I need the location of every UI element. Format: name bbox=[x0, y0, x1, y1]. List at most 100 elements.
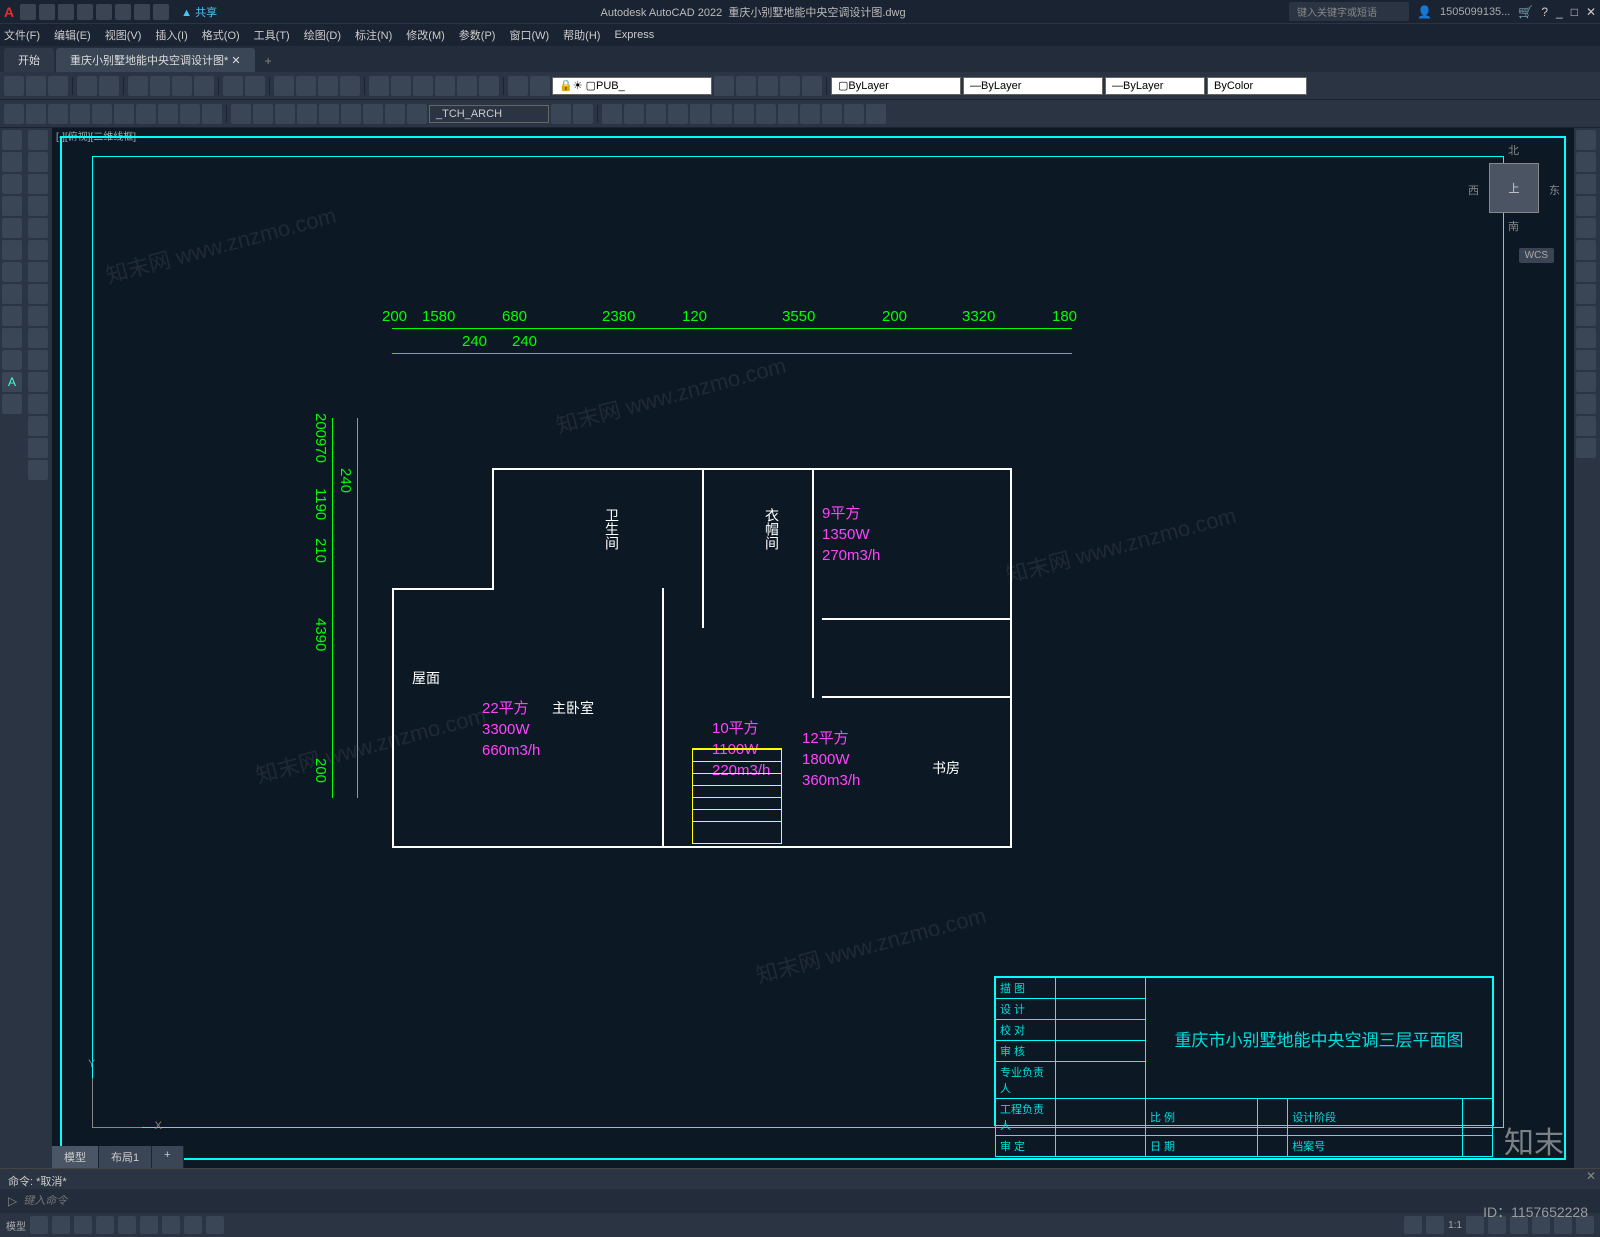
tab-model[interactable]: 模型 bbox=[52, 1146, 99, 1168]
nav-showmotion-icon[interactable] bbox=[1576, 218, 1596, 238]
layer-off-icon[interactable] bbox=[758, 76, 778, 96]
tch-7-icon[interactable] bbox=[690, 104, 710, 124]
undo2-icon[interactable] bbox=[223, 76, 243, 96]
dsm-icon[interactable] bbox=[391, 76, 411, 96]
nav-wheel-icon[interactable] bbox=[1576, 130, 1596, 150]
props-icon[interactable] bbox=[369, 76, 389, 96]
explode-icon[interactable] bbox=[28, 460, 48, 480]
dim-diameter-icon[interactable] bbox=[114, 104, 134, 124]
open-icon[interactable] bbox=[26, 76, 46, 96]
qat-saveas-icon[interactable] bbox=[77, 4, 93, 20]
dim-edit-icon[interactable] bbox=[363, 104, 383, 124]
hatch-icon[interactable] bbox=[2, 262, 22, 282]
sheet-icon[interactable] bbox=[435, 76, 455, 96]
dim-aligned-icon[interactable] bbox=[26, 104, 46, 124]
scale-label[interactable]: 1:1 bbox=[1448, 1220, 1462, 1231]
tch-10-icon[interactable] bbox=[756, 104, 776, 124]
tch-4-icon[interactable] bbox=[624, 104, 644, 124]
menu-help[interactable]: 帮助(H) bbox=[563, 27, 600, 43]
menu-insert[interactable]: 插入(I) bbox=[155, 27, 187, 43]
nav-zoom-icon[interactable] bbox=[1576, 174, 1596, 194]
copy-icon[interactable] bbox=[150, 76, 170, 96]
line-icon[interactable] bbox=[2, 130, 22, 150]
fillet-icon[interactable] bbox=[28, 438, 48, 458]
color-combo[interactable]: ▢ ByLayer bbox=[831, 77, 961, 95]
share-button[interactable]: ▲ 共享 bbox=[181, 4, 217, 20]
tch-15-icon[interactable] bbox=[866, 104, 886, 124]
minimize-button[interactable]: _ bbox=[1556, 5, 1563, 19]
lineweight-combo[interactable]: — ByLayer bbox=[1105, 77, 1205, 95]
nav-orbit-icon[interactable] bbox=[1576, 196, 1596, 216]
layer-mgr-icon[interactable] bbox=[530, 76, 550, 96]
tch-8-icon[interactable] bbox=[712, 104, 732, 124]
drawing-canvas[interactable]: [-][俯视][二维线框] 知末网 www.znzmo.com 知末网 www.… bbox=[52, 128, 1574, 1168]
trim-icon[interactable] bbox=[28, 328, 48, 348]
osnap-icon[interactable] bbox=[118, 1216, 136, 1234]
chamfer-icon[interactable] bbox=[28, 416, 48, 436]
plot-icon[interactable] bbox=[77, 76, 97, 96]
cmd-close-icon[interactable]: ✕ bbox=[1586, 1169, 1596, 1183]
help-icon[interactable]: ? bbox=[1541, 5, 1548, 19]
r-11-icon[interactable] bbox=[1576, 350, 1596, 370]
rotate-icon[interactable] bbox=[28, 262, 48, 282]
tch-12-icon[interactable] bbox=[800, 104, 820, 124]
cart-icon[interactable]: 🛒 bbox=[1518, 5, 1533, 19]
layer-prev-icon[interactable] bbox=[508, 76, 528, 96]
viewcube-south[interactable]: 南 bbox=[1508, 218, 1519, 234]
dim-baseline-icon[interactable] bbox=[180, 104, 200, 124]
scale-icon[interactable] bbox=[28, 284, 48, 304]
user-label[interactable]: 1505099135... bbox=[1440, 6, 1510, 18]
linetype-combo[interactable]: — ByLayer bbox=[963, 77, 1103, 95]
transparency-icon[interactable] bbox=[206, 1216, 224, 1234]
dim-radius-icon[interactable] bbox=[92, 104, 112, 124]
r-7-icon[interactable] bbox=[1576, 262, 1596, 282]
array-icon[interactable] bbox=[28, 218, 48, 238]
zoom-window-icon[interactable] bbox=[318, 76, 338, 96]
tch-6-icon[interactable] bbox=[668, 104, 688, 124]
r-8-icon[interactable] bbox=[1576, 284, 1596, 304]
save-icon[interactable] bbox=[48, 76, 68, 96]
tch-1-icon[interactable] bbox=[551, 104, 571, 124]
qat-redo-icon[interactable] bbox=[134, 4, 150, 20]
qat-open-icon[interactable] bbox=[39, 4, 55, 20]
dim-continue-icon[interactable] bbox=[202, 104, 222, 124]
dim-arc-icon[interactable] bbox=[48, 104, 68, 124]
point-icon[interactable] bbox=[2, 306, 22, 326]
viewcube-east[interactable]: 东 bbox=[1549, 182, 1560, 198]
zoom-icon[interactable] bbox=[296, 76, 316, 96]
pan-icon[interactable] bbox=[274, 76, 294, 96]
dyn-icon[interactable] bbox=[162, 1216, 180, 1234]
dim-space-icon[interactable] bbox=[231, 104, 251, 124]
menu-modify[interactable]: 修改(M) bbox=[406, 27, 445, 43]
dim-ordinate-icon[interactable] bbox=[70, 104, 90, 124]
rect-icon[interactable] bbox=[2, 218, 22, 238]
viewcube[interactable]: 上 北 南 东 西 bbox=[1464, 138, 1564, 238]
pline-icon[interactable] bbox=[2, 152, 22, 172]
erase-icon[interactable] bbox=[28, 130, 48, 150]
tch-3-icon[interactable] bbox=[602, 104, 622, 124]
ucs-icon[interactable]: X Y bbox=[92, 1068, 152, 1128]
layer-lock-icon[interactable] bbox=[802, 76, 822, 96]
qat-save-icon[interactable] bbox=[58, 4, 74, 20]
offset-icon[interactable] bbox=[28, 196, 48, 216]
block-icon[interactable] bbox=[2, 328, 22, 348]
dim-jogged-icon[interactable] bbox=[341, 104, 361, 124]
wcs-label[interactable]: WCS bbox=[1519, 248, 1554, 263]
mtext-icon[interactable]: A bbox=[2, 372, 22, 392]
status-model[interactable]: 模型 bbox=[6, 1218, 26, 1233]
move-icon[interactable] bbox=[28, 240, 48, 260]
tch-13-icon[interactable] bbox=[822, 104, 842, 124]
maximize-button[interactable]: □ bbox=[1571, 5, 1578, 19]
menu-format[interactable]: 格式(O) bbox=[202, 27, 240, 43]
cut-icon[interactable] bbox=[128, 76, 148, 96]
polar-icon[interactable] bbox=[96, 1216, 114, 1234]
circle-icon[interactable] bbox=[2, 174, 22, 194]
ortho-icon[interactable] bbox=[74, 1216, 92, 1234]
dim-tedit-icon[interactable] bbox=[385, 104, 405, 124]
layer-combo[interactable]: 🔒☀ ▢ PUB_ bbox=[552, 77, 712, 95]
anno-visibility-icon[interactable] bbox=[1466, 1216, 1484, 1234]
workspace-icon[interactable] bbox=[1404, 1216, 1422, 1234]
stretch-icon[interactable] bbox=[28, 306, 48, 326]
center-mark-icon[interactable] bbox=[297, 104, 317, 124]
qcalc-icon[interactable] bbox=[479, 76, 499, 96]
